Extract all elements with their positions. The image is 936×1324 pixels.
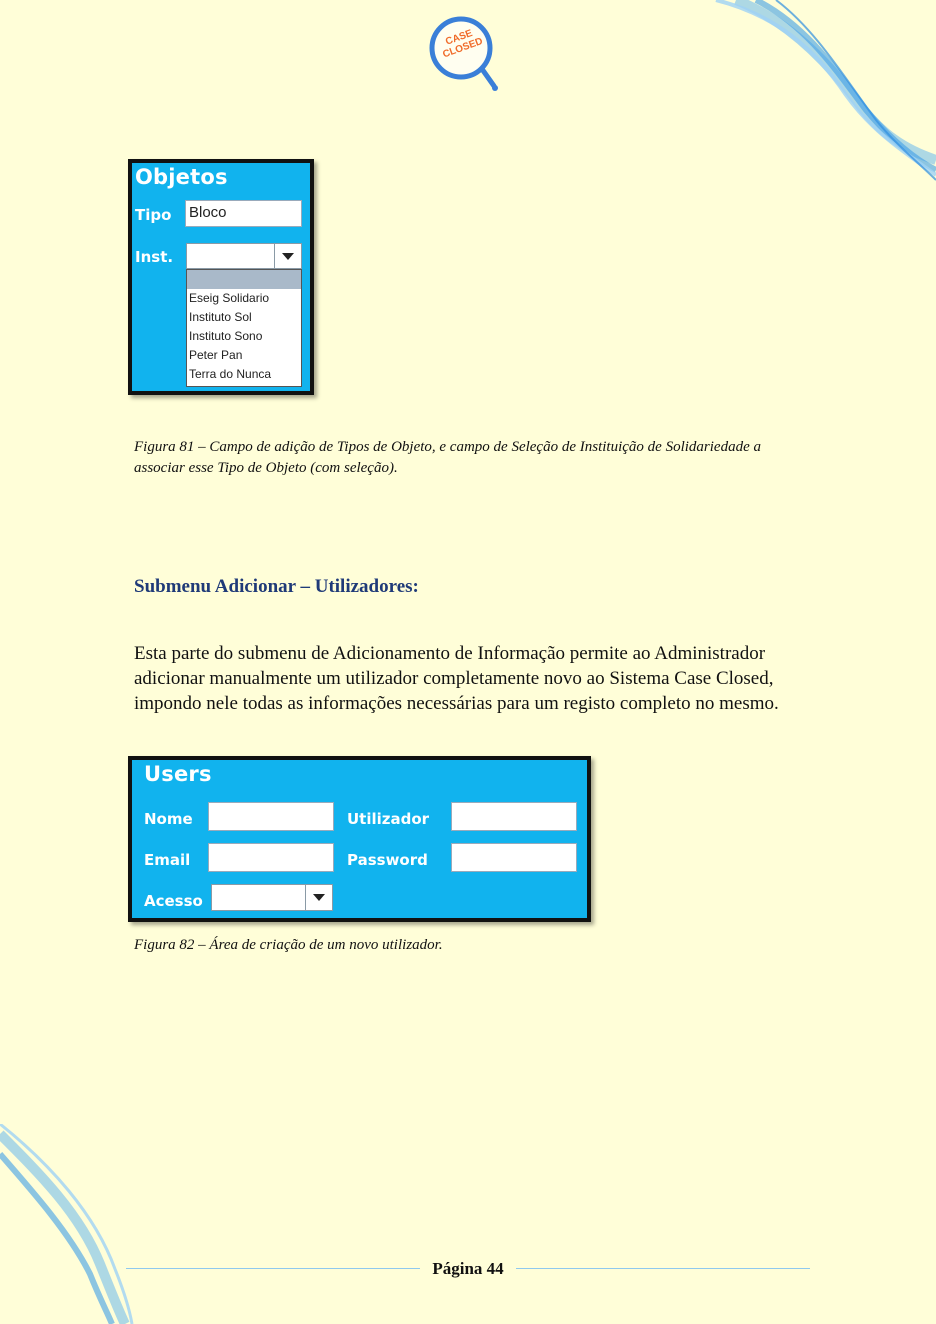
figure-82-caption: Figura 82 – Área de criação de um novo u… xyxy=(134,937,443,953)
objetos-panel: Objetos Tipo Bloco Inst. Eseig Solidario… xyxy=(128,159,314,395)
utilizador-label: Utilizador xyxy=(347,810,430,828)
dropdown-selected-empty-option[interactable] xyxy=(187,270,301,289)
email-input[interactable] xyxy=(208,843,334,872)
dropdown-option[interactable]: Terra do Nunca xyxy=(187,365,301,384)
email-label: Email xyxy=(144,851,191,869)
tipo-input[interactable]: Bloco xyxy=(185,200,302,227)
acesso-label: Acesso xyxy=(144,892,203,910)
page-number: Página 44 xyxy=(432,1259,504,1278)
inst-label: Inst. xyxy=(135,248,174,266)
panel-title: Users xyxy=(144,762,212,786)
inst-select[interactable] xyxy=(186,243,302,269)
section-heading: Submenu Adicionar – Utilizadores: xyxy=(134,576,419,597)
tipo-label: Tipo xyxy=(135,206,172,224)
acesso-select[interactable] xyxy=(211,884,333,911)
password-label: Password xyxy=(347,851,428,869)
utilizador-input[interactable] xyxy=(451,802,577,831)
footer-divider-left xyxy=(126,1268,420,1269)
dropdown-option[interactable]: Eseig Solidario xyxy=(187,289,301,308)
dropdown-option[interactable]: Instituto Sol xyxy=(187,308,301,327)
dropdown-option[interactable]: Peter Pan xyxy=(187,346,301,365)
chevron-down-icon[interactable] xyxy=(305,885,332,910)
figure-81-caption: Figura 81 – Campo de adição de Tipos de … xyxy=(134,439,761,476)
chevron-down-icon[interactable] xyxy=(274,244,301,268)
inst-dropdown-list: Eseig Solidario Instituto Sol Instituto … xyxy=(186,269,302,387)
panel-title: Objetos xyxy=(135,165,228,189)
section-body-text: Esta parte do submenu de Adicionamento d… xyxy=(134,643,779,714)
nome-input[interactable] xyxy=(208,802,334,831)
users-panel: Users Nome Email Acesso Utilizador Passw… xyxy=(128,756,591,922)
footer-divider-right xyxy=(516,1268,810,1269)
decorative-wave-bottom-left xyxy=(0,1124,134,1324)
decorative-wave-top-right xyxy=(715,0,936,181)
dropdown-option[interactable]: Instituto Sono xyxy=(187,327,301,346)
nome-label: Nome xyxy=(144,810,193,828)
password-input[interactable] xyxy=(451,843,577,872)
